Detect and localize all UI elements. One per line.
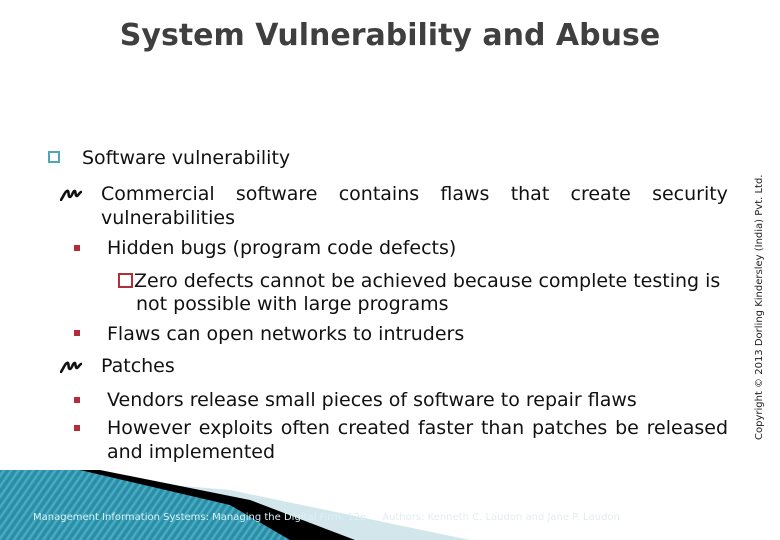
item-patches: Patches: [101, 355, 175, 377]
red-square-bullet-icon: [74, 397, 80, 403]
footer-authors: Authors: Kenneth C. Laudon and Jane P. L…: [382, 512, 620, 523]
copyright-notice: Copyright © 2013 Dorling Kindersley (Ind…: [754, 174, 765, 441]
word: Commercial: [101, 183, 215, 205]
word: flaws: [440, 183, 490, 205]
section-heading: Software vulnerability: [82, 147, 291, 169]
footer-wave: [0, 470, 470, 540]
item-commercial-software-line1: Commercial software contains flaws that …: [101, 182, 728, 206]
subitem-vendors-release: Vendors release small pieces of software…: [107, 389, 637, 411]
hollow-red-square-icon: [118, 273, 133, 288]
subsubitem-zero-defects-line2: not possible with large programs: [136, 293, 449, 315]
word: contains: [338, 183, 420, 205]
footer-citation: Management Information Systems: Managing…: [33, 512, 620, 523]
slide-title: System Vulnerability and Abuse: [119, 18, 661, 53]
red-square-bullet-icon: [74, 245, 80, 251]
word: security: [652, 183, 728, 205]
red-square-bullet-icon: [74, 330, 80, 336]
red-square-bullet-icon: [74, 425, 80, 431]
scribble-arrow-icon: [60, 189, 82, 201]
subitem-exploits-line1: However exploits often created faster th…: [107, 417, 728, 439]
item-commercial-software-line2: vulnerabilities: [101, 207, 235, 229]
subitem-flaws-open-networks: Flaws can open networks to intruders: [107, 323, 465, 345]
subsubitem-zero-defects-line1: Zero defects cannot be achieved because …: [118, 269, 720, 293]
subitem-exploits-line2: and implemented: [107, 441, 276, 463]
word: create: [570, 183, 631, 205]
footer-book: Management Information Systems: Managing…: [33, 512, 367, 523]
subsubitem-text: Zero defects cannot be achieved because …: [134, 270, 721, 292]
hollow-square-icon: [48, 151, 60, 163]
subitem-hidden-bugs: Hidden bugs (program code defects): [107, 237, 457, 259]
word: that: [510, 183, 550, 205]
word: software: [235, 183, 318, 205]
scribble-arrow-icon: [60, 361, 82, 373]
